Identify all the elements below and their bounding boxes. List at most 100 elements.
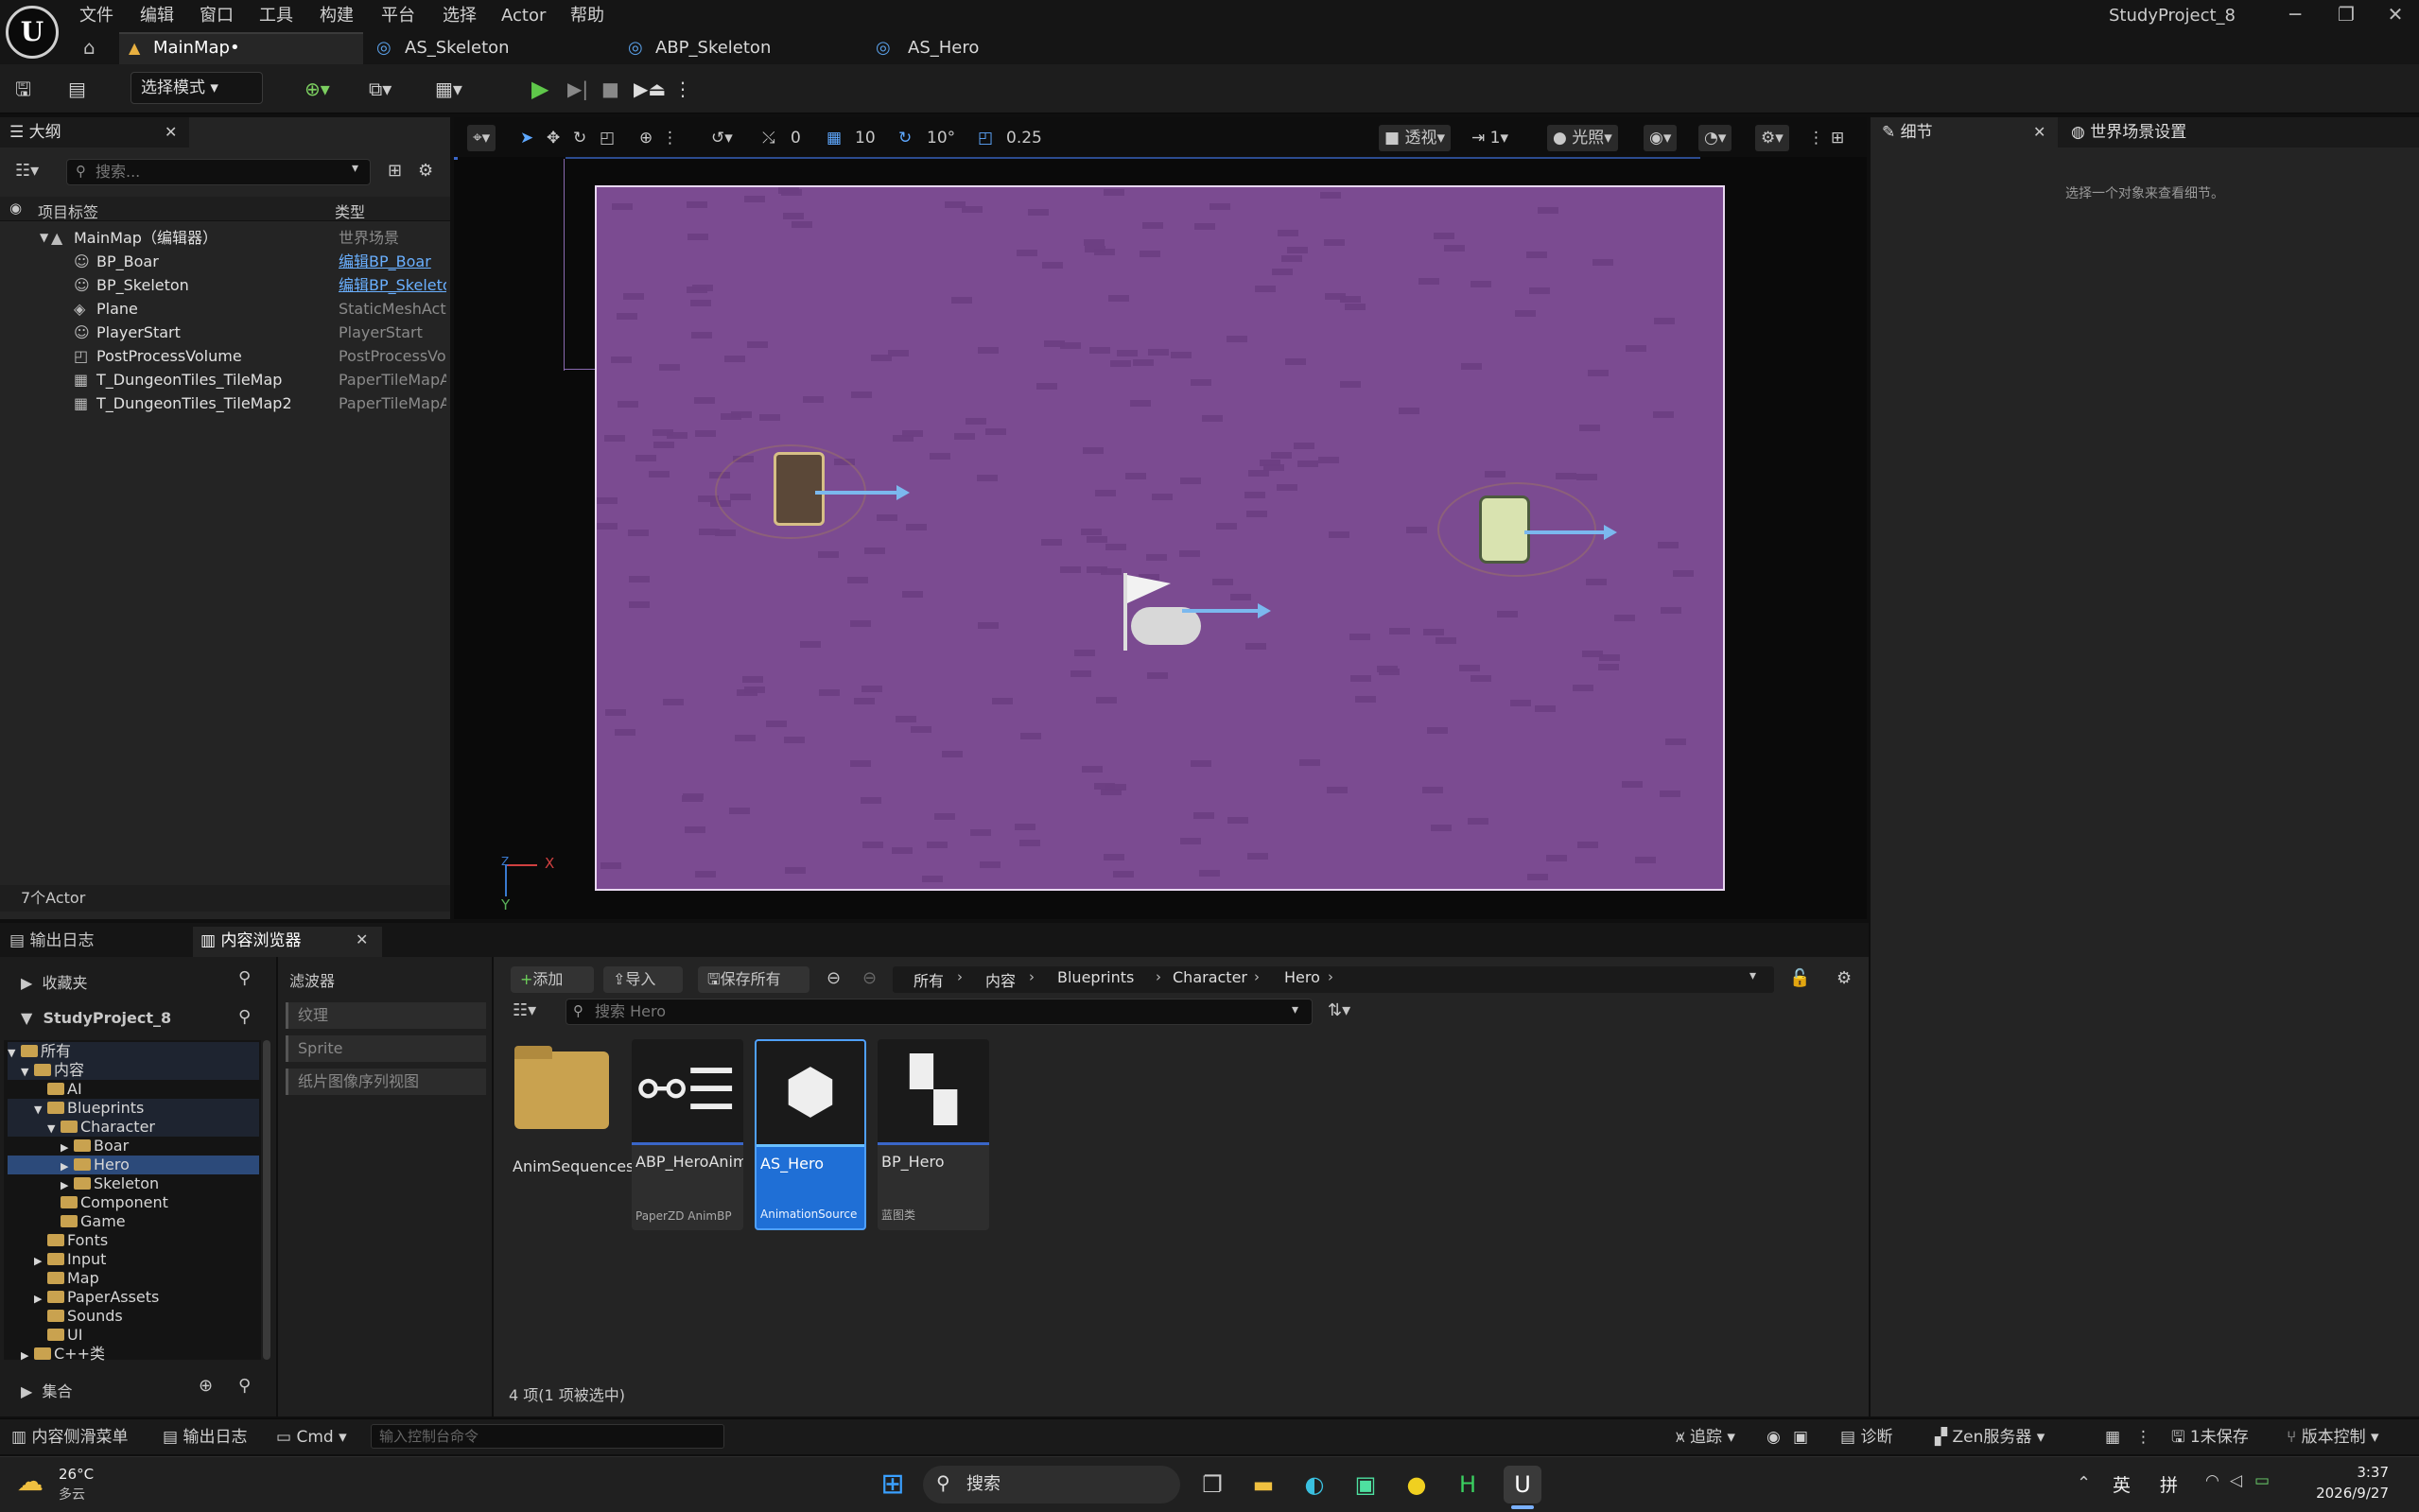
breadcrumb-item[interactable]: Hero [1284,968,1320,986]
rotate-icon[interactable]: ↻ [573,125,586,151]
chevron-right-icon[interactable]: › [957,968,963,985]
expand-arrow-icon[interactable]: ▼ [40,226,48,250]
file-explorer-icon[interactable]: ▬ [1244,1466,1282,1503]
folder-tree-item[interactable]: ▶ C++类 [8,1345,259,1364]
content-icon[interactable]: ▤ [68,76,86,102]
breadcrumb-item[interactable]: 所有 [914,968,944,991]
chevron-down-icon[interactable]: ▾ [1749,968,1756,983]
details-tab[interactable]: ✎ 细节 [1871,117,2054,148]
ime-lang[interactable]: 英 [2113,1471,2131,1497]
save-icon[interactable]: 🖫 [15,76,31,102]
grid-size[interactable]: 10 [855,125,876,151]
snap-icon[interactable]: ⤯ [762,125,775,151]
home-icon[interactable]: ⌂ [83,36,106,59]
folder-tree-item[interactable]: ▶ Boar [8,1137,259,1156]
output-log-button[interactable]: ▤ 输出日志 [163,1425,247,1450]
camera-speed-button[interactable]: ⇥ 1▾ [1471,125,1508,151]
tab-abp-skeleton[interactable]: ABP_Skeleton [655,32,771,64]
menu-window[interactable]: 窗口 [200,2,234,30]
task-view-icon[interactable]: ❐ [1193,1466,1231,1503]
viewport-options-icon[interactable]: ⌖▾ [467,125,496,151]
folder-tree-item[interactable]: ▼ Character [8,1118,259,1137]
expand-arrow-icon[interactable]: ▼ [34,1101,47,1120]
outliner-row[interactable]: ◈ Plane StaticMeshActor [0,297,450,321]
restore-icon[interactable]: ❐ [2323,0,2370,30]
import-button[interactable]: ⇪导入 [603,966,683,993]
lit-mode-button[interactable]: ● 光照▾ [1547,125,1618,151]
close-tab-icon[interactable]: ✕ [2033,123,2045,141]
expand-arrow-icon[interactable]: ▶ [61,1176,74,1195]
breadcrumb-item[interactable]: Character [1173,968,1247,986]
battery-icon[interactable]: ▭ [2254,1471,2270,1490]
world-settings-tab[interactable]: ◍ 世界场景设置 [2058,117,2419,148]
more-icon[interactable]: ⋮ [662,125,678,151]
console-input[interactable]: 输入控制台命令 [371,1424,724,1449]
stop-icon[interactable]: ■ [601,76,619,102]
folder-tree-item[interactable]: Game [8,1212,259,1231]
volume-icon[interactable]: ◁ [2230,1471,2242,1490]
mode-select-button[interactable]: 选择模式 ▾ [131,72,263,104]
gear-icon[interactable]: ⚙ [418,161,433,181]
sort-icon[interactable]: ⇅▾ [1328,1000,1350,1020]
ime-mode[interactable]: 拼 [2160,1471,2178,1497]
app-icon[interactable]: ● [1398,1466,1436,1503]
grid-snap-icon[interactable]: ▦ [827,125,842,151]
folder-tree-item[interactable]: ▶ Hero [8,1156,259,1174]
world-local-icon[interactable]: ⊕ [639,125,653,151]
minimize-icon[interactable]: ─ [2271,0,2319,30]
search-icon[interactable]: ⚲ [238,1376,251,1396]
outliner-row[interactable]: ☺ BP_Boar 编辑BP_Boar [0,250,450,273]
close-tab-icon[interactable]: ✕ [165,123,177,141]
folder-tree-item[interactable]: Map [8,1269,259,1288]
folder-tree-item[interactable]: ▼ 所有 [8,1042,259,1061]
step-icon[interactable]: ▶| [567,76,588,102]
menu-build[interactable]: 构建 [320,2,354,30]
show-flags-icon[interactable]: ◉▾ [1644,125,1678,151]
filter-icon[interactable]: ☷▾ [513,1000,536,1020]
expand-arrow-icon[interactable]: ▶ [61,1138,74,1157]
save-all-button[interactable]: 🖫保存所有 [698,966,809,993]
breadcrumb-item[interactable]: 内容 [985,968,1016,991]
view-mode-button[interactable]: ■ 透视▾ [1379,125,1452,151]
edge-icon[interactable]: ◐ [1296,1466,1333,1503]
tree-scrollbar[interactable] [263,1040,270,1360]
asset-tile-abp-heroanim[interactable]: ⚯☰ ABP_HeroAnim PaperZD AnimBP [632,1039,743,1230]
record-icon[interactable]: ◉ [1766,1425,1781,1450]
expand-arrow-icon[interactable]: ▶ [34,1252,47,1271]
select-tool-icon[interactable]: ➤ [520,125,533,151]
search-icon[interactable]: ⚲ [238,968,251,988]
close-window-icon[interactable]: ✕ [2372,0,2419,30]
clock-date[interactable]: 2026/9/27 [2302,1485,2389,1502]
chevron-right-icon[interactable]: › [1156,968,1161,985]
settings-icon[interactable]: ⚙▾ [1755,125,1789,151]
filter-icon[interactable]: ☷▾ [15,161,39,181]
viewport-more-icon[interactable]: ⋮ [1808,125,1824,151]
outliner-tab[interactable]: ☰ 大纲 [0,117,189,148]
favorites-header[interactable]: ▶ 收藏夹 [21,970,88,993]
hbuilder-icon[interactable]: H [1449,1466,1487,1503]
outliner-row[interactable]: ▦ T_DungeonTiles_TileMap2 PaperTileMapActo… [0,391,450,415]
gear-icon[interactable]: ⚙ [1836,968,1852,988]
taskbar-search[interactable]: 搜索 [923,1466,1180,1503]
cinematics-icon[interactable]: ▦▾ [435,76,462,102]
menu-edit[interactable]: 编辑 [140,2,174,30]
skeleton-sprite[interactable] [1479,495,1530,564]
forward-icon[interactable]: ⊖ [862,968,877,988]
filter-sprite[interactable]: Sprite [286,1035,486,1062]
more-icon[interactable]: ⋮ [2135,1425,2151,1450]
derived-data-icon[interactable]: ▦ [2105,1425,2120,1450]
outliner-row[interactable]: ☺ PlayerStart PlayerStart [0,321,450,344]
content-drawer-button[interactable]: ▥ 内容侧滑菜单 [11,1425,128,1450]
scale-icon[interactable]: ◰ [600,125,615,151]
menu-file[interactable]: 文件 [79,2,113,30]
folder-tree-item[interactable]: AI [8,1080,259,1099]
rotation-snap-icon[interactable]: ↻ [898,125,912,151]
network-icon[interactable]: ◠ [2205,1471,2219,1490]
back-icon[interactable]: ⊖ [827,968,841,988]
expand-arrow-icon[interactable]: ▶ [61,1157,74,1176]
add-collection-icon[interactable]: ⊕ [199,1376,213,1396]
windows-start-icon[interactable]: ⊞ [874,1466,912,1503]
visibility-icon[interactable]: ◉ [9,200,22,217]
chevron-right-icon[interactable]: › [1029,968,1035,985]
folder-tree-item[interactable]: ▶ PaperAssets [8,1288,259,1307]
